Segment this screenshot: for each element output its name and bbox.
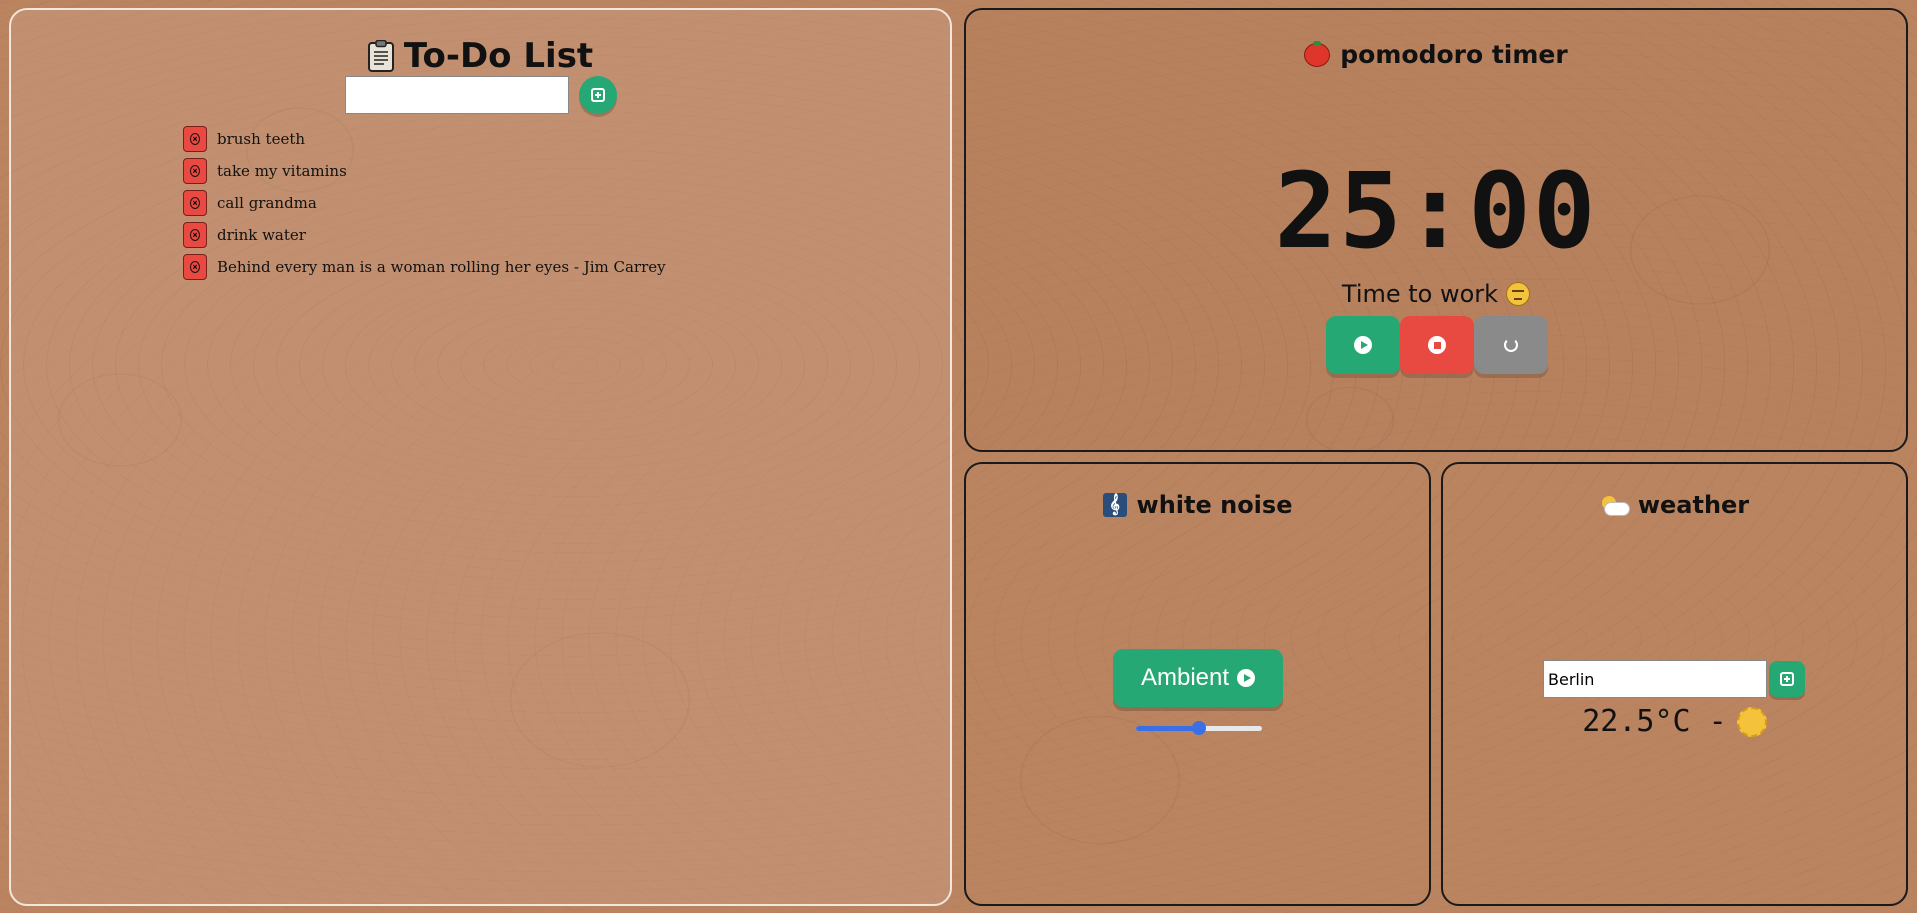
tired-face-icon <box>1506 282 1531 306</box>
sun-icon <box>1736 706 1767 737</box>
treble-clef-icon: 𝄞 <box>1102 493 1127 517</box>
delete-todo-button[interactable]: × <box>183 158 207 184</box>
white-noise-header: 𝄞 white noise <box>966 491 1429 519</box>
play-icon <box>1354 336 1372 354</box>
todo-list: × brush teeth × take my vitamins × call … <box>183 123 666 283</box>
timer-display: 25:00 <box>1274 150 1598 272</box>
timer-status-text: Time to work <box>1341 280 1499 308</box>
todo-item-text: brush teeth <box>217 130 306 148</box>
ambient-play-button[interactable]: Ambient <box>1113 649 1283 707</box>
pomodoro-panel: pomodoro timer 25:00 Time to work <box>964 8 1908 452</box>
add-city-button[interactable] <box>1769 661 1805 697</box>
weather-header: weather <box>1443 491 1906 519</box>
delete-todo-button[interactable]: × <box>183 222 207 248</box>
close-circle-icon: × <box>190 165 200 177</box>
todo-header: To-Do List <box>11 36 950 76</box>
delete-todo-button[interactable]: × <box>183 190 207 216</box>
todo-input-row <box>345 76 617 114</box>
close-circle-icon: × <box>190 133 200 145</box>
tomato-icon <box>1304 40 1331 67</box>
white-noise-panel: 𝄞 white noise Ambient <box>964 462 1431 906</box>
city-input[interactable] <box>1543 660 1767 698</box>
plus-square-icon <box>591 88 605 102</box>
todo-title: To-Do List <box>403 36 594 76</box>
list-item: × drink water <box>183 219 666 251</box>
ambient-label: Ambient <box>1140 664 1230 691</box>
close-circle-icon: × <box>190 261 200 273</box>
todo-item-text: drink water <box>217 226 306 244</box>
weather-title: weather <box>1637 491 1750 519</box>
list-item: × brush teeth <box>183 123 666 155</box>
clipboard-icon <box>367 40 394 72</box>
volume-slider[interactable] <box>1136 721 1262 735</box>
play-icon <box>1237 669 1256 687</box>
delete-todo-button[interactable]: × <box>183 126 207 152</box>
reset-icon <box>1504 338 1518 352</box>
list-item: × Behind every man is a woman rolling he… <box>183 251 666 283</box>
weather-panel: weather 22.5°C - <box>1441 462 1908 906</box>
white-noise-title: white noise <box>1136 491 1293 519</box>
stop-button[interactable] <box>1400 316 1474 374</box>
slider-thumb[interactable] <box>1192 721 1206 735</box>
todo-item-text: take my vitamins <box>217 162 347 180</box>
stop-icon <box>1428 336 1446 354</box>
add-todo-button[interactable] <box>579 76 617 114</box>
slider-fill <box>1136 726 1199 731</box>
todo-input[interactable] <box>345 76 569 114</box>
list-item: × call grandma <box>183 187 666 219</box>
list-item: × take my vitamins <box>183 155 666 187</box>
close-circle-icon: × <box>190 229 200 241</box>
reset-button[interactable] <box>1474 316 1548 374</box>
pomodoro-title: pomodoro timer <box>1340 40 1568 69</box>
todo-item-text: call grandma <box>217 194 317 212</box>
start-button[interactable] <box>1326 316 1400 374</box>
todo-panel: To-Do List × brush teeth × take my vitam… <box>9 8 952 906</box>
close-circle-icon: × <box>190 197 200 209</box>
timer-controls <box>1326 316 1548 374</box>
pomodoro-header: pomodoro timer <box>966 40 1906 69</box>
timer-status: Time to work <box>966 280 1906 308</box>
todo-item-text: Behind every man is a woman rolling her … <box>217 258 666 276</box>
delete-todo-button[interactable]: × <box>183 254 207 280</box>
sun-behind-cloud-icon <box>1600 496 1630 516</box>
temperature-text: 22.5°C - <box>1582 704 1727 739</box>
weather-reading: 22.5°C - <box>1443 704 1906 739</box>
plus-square-icon <box>1780 672 1794 686</box>
weather-input-row <box>1543 660 1805 698</box>
